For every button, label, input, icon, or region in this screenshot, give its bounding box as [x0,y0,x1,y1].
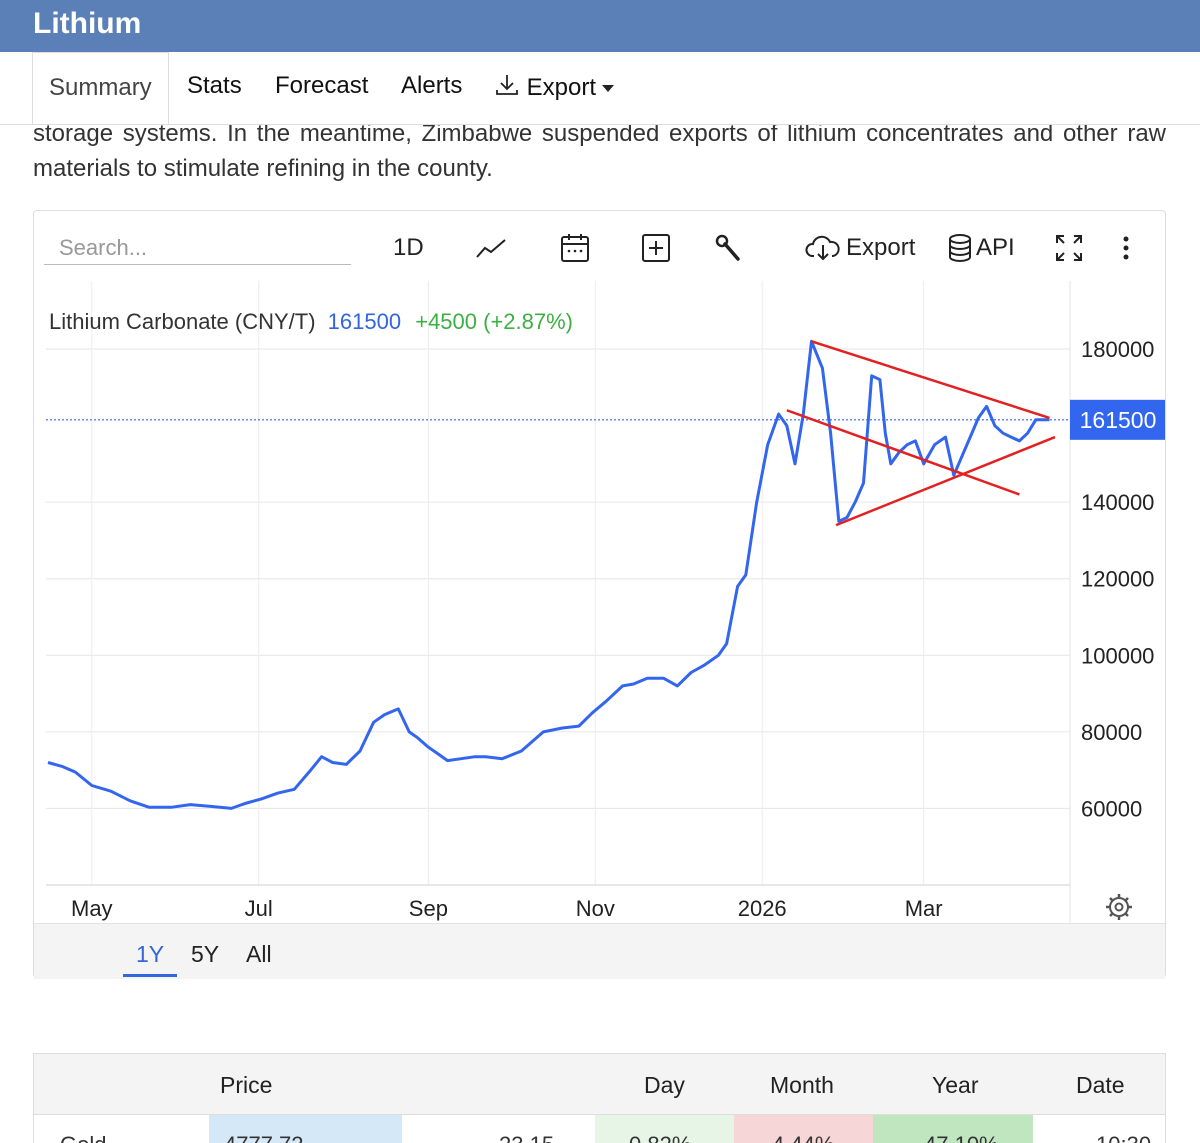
gear-icon [1109,897,1129,917]
table-header: Price Day Month Year Date [34,1054,1165,1115]
tab-export-label: Export [526,74,597,101]
header-date: Date [1076,1072,1125,1098]
x-tick-label: 2026 [738,896,787,921]
commodity-table: Price Day Month Year Date Gold 4777.72 2… [33,1053,1166,1143]
header-month: Month [770,1072,834,1098]
tab-summary[interactable]: Summary [32,52,169,124]
series-line-lithium [47,339,1050,810]
header-price: Price [220,1072,273,1098]
x-tick-label: Nov [576,896,615,921]
header-year: Year [932,1072,979,1098]
page-title: Lithium [33,7,142,40]
tab-bar: Summary Stats Forecast Alerts Export [0,52,1200,125]
chart-settings-button[interactable] [1106,894,1132,920]
last-price-marker: 161500 [1070,399,1165,440]
tab-forecast[interactable]: Forecast [275,72,368,100]
x-tick-label: Sep [409,896,448,921]
row-name[interactable]: Gold [60,1132,106,1143]
range-all-button[interactable]: All [246,941,272,968]
price-chart[interactable]: 180000 140000 120000 100000 80000 60000 May Ju… [34,211,1165,923]
legend-change: +4500 (+2.87%) [415,309,573,334]
trendlines [786,340,1056,527]
legend-name: Lithium Carbonate (CNY/T) [49,309,316,334]
trendline [811,340,1050,420]
row-year: 47.10% [924,1132,999,1143]
chart-widget: 1D Export [33,210,1166,979]
x-tick-label: Mar [905,896,943,921]
row-month: 4.44% [772,1132,834,1143]
header-day: Day [644,1072,685,1098]
tab-stats[interactable]: Stats [187,72,242,100]
y-tick-label: 180000 [1081,337,1154,362]
tab-summary-label: Summary [49,74,152,101]
x-axis: May Jul Sep Nov 2026 Mar [71,896,943,921]
active-range-indicator [123,974,177,977]
y-tick-label: 60000 [1081,796,1142,821]
tab-export[interactable]: Export [494,72,615,102]
trendline [835,435,1056,527]
y-tick-label: 120000 [1081,567,1154,592]
legend-price: 161500 [328,309,401,334]
range-1y-button[interactable]: 1Y [136,941,164,968]
chart-legend: Lithium Carbonate (CNY/T) 161500 +4500 (… [49,309,573,334]
download-icon [496,75,518,95]
last-price-label: 161500 [1080,407,1157,433]
row-change: 23.15 [499,1132,554,1143]
x-tick-label: May [71,896,113,921]
y-tick-label: 100000 [1081,643,1154,668]
description-text: storage systems. In the meantime, Zimbab… [33,120,1166,182]
tab-alerts[interactable]: Alerts [401,72,462,100]
trendline [786,409,1020,496]
chevron-down-icon [602,85,615,93]
app-header: Lithium [0,0,1200,52]
y-tick-label: 80000 [1081,720,1142,745]
row-day: 0.82% [629,1132,691,1143]
x-tick-label: Jul [245,896,273,921]
row-price: 4777.72 [224,1132,304,1143]
row-date: 10:30 [1096,1132,1151,1143]
range-selector: 1Y 5Y All [34,923,1165,979]
y-tick-label: 140000 [1081,490,1154,515]
range-5y-button[interactable]: 5Y [191,941,219,968]
chart-grid [46,281,1070,885]
